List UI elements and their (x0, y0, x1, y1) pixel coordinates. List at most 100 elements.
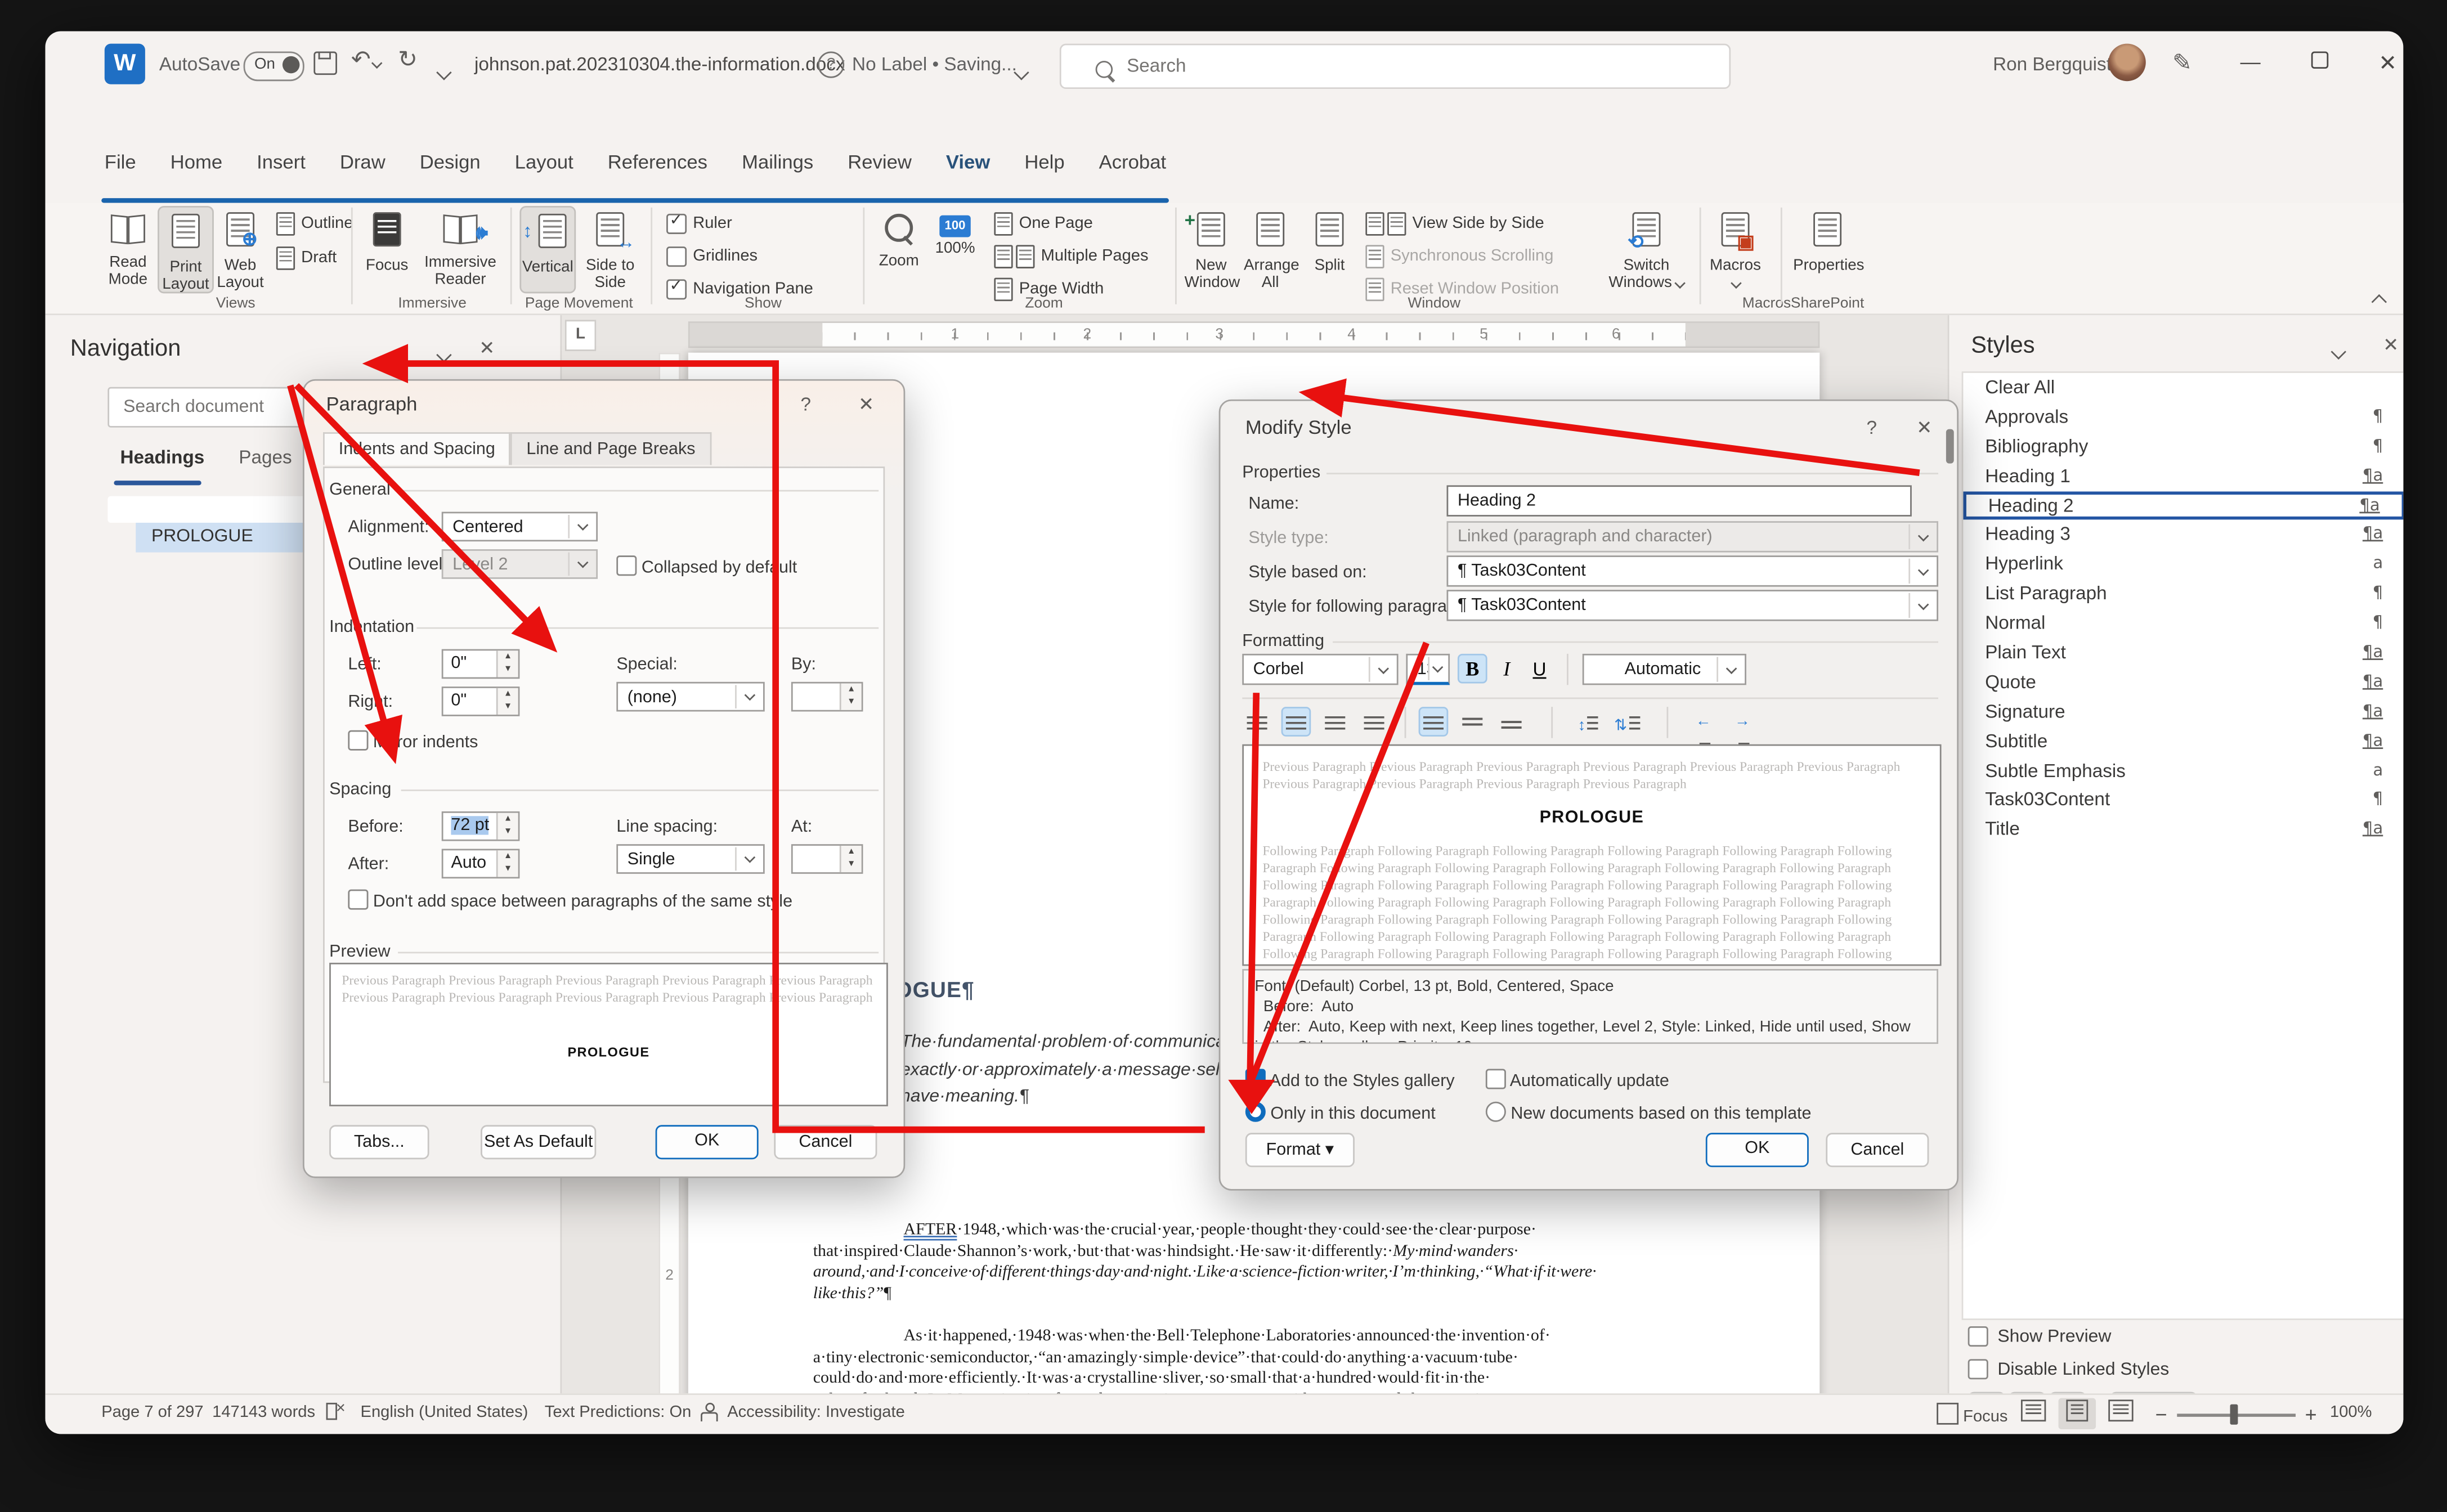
split-button[interactable]: Split (1303, 206, 1356, 290)
dialog-tab[interactable]: Line and Page Breaks (510, 432, 711, 465)
print-layout-view-button[interactable] (2058, 1398, 2096, 1430)
proofing-errors-icon[interactable] (326, 1401, 347, 1421)
restore-button[interactable] (2296, 41, 2342, 84)
ribbon-tab[interactable]: File (101, 145, 139, 180)
ok-button[interactable]: OK (655, 1125, 759, 1160)
read-mode-button[interactable]: Read Mode (101, 206, 154, 290)
language-indicator[interactable]: English (United States) (361, 1403, 528, 1421)
style-list-item[interactable]: Subtitle ¶a (1963, 726, 2403, 756)
align-left-button[interactable] (1242, 707, 1272, 737)
align-justify-button[interactable] (1359, 707, 1389, 737)
collapse-ribbon-chevron-icon[interactable] (2371, 287, 2387, 315)
help-icon[interactable]: ? (1866, 416, 1877, 438)
label-status[interactable]: No Label • Saving... (852, 53, 1017, 75)
switch-windows-button[interactable]: ⟲ Switch Windows (1606, 206, 1687, 292)
increase-space-before-button[interactable]: ↕ (1573, 707, 1603, 737)
by-spinner[interactable]: ▲ ▼ (791, 681, 863, 712)
ribbon-tab[interactable]: Draw (337, 145, 388, 180)
ribbon-tab[interactable]: Home (167, 145, 226, 180)
description-scrollbar[interactable] (1946, 429, 1954, 464)
close-button[interactable]: ✕ (2364, 41, 2403, 84)
align-center-button[interactable] (1281, 707, 1311, 737)
indent-right-spinner[interactable]: 0" ▲ ▼ (441, 687, 520, 716)
ruler-checkbox[interactable]: Ruler (666, 209, 732, 237)
style-following-dropdown[interactable]: ¶ Task03Content (1446, 590, 1939, 621)
style-based-on-dropdown[interactable]: ¶ Task03Content (1446, 555, 1939, 587)
styles-pane-close-icon[interactable]: ✕ (2383, 334, 2399, 356)
set-as-default-button[interactable]: Set As Default (481, 1125, 597, 1160)
at-spinner[interactable]: ▲ ▼ (791, 844, 863, 874)
special-dropdown[interactable]: (none) (616, 681, 765, 712)
ribbon-tab[interactable]: View (943, 145, 993, 180)
dialog-tab[interactable]: Indents and Spacing (323, 432, 511, 465)
minimize-button[interactable]: — (2227, 41, 2274, 84)
vertical-button[interactable]: ↕ Vertical (519, 206, 576, 294)
style-list-item[interactable]: Task03Content ¶ (1963, 786, 2403, 815)
ribbon-tab[interactable]: Help (1021, 145, 1068, 180)
style-list-item[interactable]: Normal ¶ (1963, 609, 2403, 638)
line-spacing-dropdown[interactable]: Single (616, 844, 765, 874)
collapsed-by-default-checkbox[interactable]: Collapsed by default (616, 555, 797, 577)
arrange-all-button[interactable]: Arrange All (1244, 206, 1299, 292)
accessibility-indicator[interactable]: Accessibility: Investigate (727, 1403, 905, 1421)
indent-left-spinner[interactable]: 0" ▲ ▼ (441, 649, 520, 679)
ribbon-tab[interactable]: Mailings (739, 145, 817, 180)
styles-pane-chevron-icon[interactable] (2331, 340, 2347, 362)
ribbon-tab[interactable]: Insert (254, 145, 309, 180)
ribbon-tab[interactable]: References (604, 145, 710, 180)
focus-mode-button[interactable]: Focus (1937, 1402, 2007, 1426)
style-list-item[interactable]: Title ¶a (1963, 815, 2403, 844)
style-list-item[interactable]: Hyperlink a (1963, 550, 2403, 579)
immersive-reader-button[interactable]: 🕪 Immersive Reader (420, 206, 501, 290)
view-side-by-side-button[interactable]: View Side by Side (1365, 209, 1544, 237)
user-name[interactable]: Ron Bergquist (1993, 53, 2112, 75)
side-to-side-button[interactable]: ↔ Side to Side (579, 206, 642, 292)
properties-button[interactable]: Properties (1793, 206, 1865, 290)
zoom-100-button[interactable]: 100 100% (929, 206, 982, 290)
double-spacing-button[interactable] (1496, 707, 1526, 737)
add-to-gallery-checkbox[interactable]: Add to the Styles gallery (1245, 1066, 1455, 1091)
navigation-tab[interactable]: Pages (239, 446, 292, 468)
navigation-tab[interactable]: Headings (120, 446, 205, 468)
tabs-button[interactable]: Tabs... (329, 1125, 429, 1160)
style-list-item[interactable]: Subtle Emphasis a (1963, 756, 2403, 786)
one-page-button[interactable]: One Page (994, 209, 1093, 237)
mirror-indents-checkbox[interactable]: Mirror indents (348, 730, 478, 752)
user-avatar[interactable] (2108, 43, 2146, 82)
alignment-dropdown[interactable]: Centered (441, 512, 598, 542)
cancel-button[interactable]: Cancel (774, 1125, 877, 1160)
ok-button[interactable]: OK (1705, 1133, 1809, 1168)
disable-linked-styles-checkbox[interactable]: Disable Linked Styles (1968, 1359, 2169, 1380)
print-layout-button[interactable]: Print Layout (158, 206, 214, 294)
text-predictions-indicator[interactable]: Text Predictions: On (545, 1403, 692, 1421)
format-button[interactable]: Format ▾ (1245, 1133, 1355, 1168)
style-list-item[interactable]: Heading 3 ¶a (1963, 521, 2403, 550)
word-logo-icon[interactable]: W (104, 43, 145, 84)
save-icon[interactable] (313, 51, 337, 75)
dialog-close-icon[interactable]: ✕ (858, 393, 874, 415)
document-paragraph-1[interactable]: AFTER·1948,·which·was·the·crucial·year,·… (813, 1220, 1678, 1304)
multiple-pages-button[interactable]: Multiple Pages (994, 242, 1149, 270)
sensitivity-label-icon[interactable]: ? (818, 51, 845, 78)
style-list-item[interactable]: Approvals ¶ (1963, 402, 2403, 432)
help-icon[interactable]: ? (801, 393, 812, 415)
ribbon-tab[interactable]: Design (416, 145, 483, 180)
zoom-button[interactable]: Zoom (872, 206, 925, 290)
automatically-update-checkbox[interactable]: Automatically update (1485, 1069, 1669, 1091)
font-dropdown[interactable]: Corbel (1242, 653, 1399, 685)
gridlines-checkbox[interactable]: Gridlines (666, 242, 758, 270)
navigation-pane-close-icon[interactable]: ✕ (479, 337, 495, 359)
style-list-item[interactable]: Quote ¶a (1963, 668, 2403, 697)
spacing-after-spinner[interactable]: Auto ▲ ▼ (441, 849, 520, 879)
style-name-input[interactable]: Heading 2 (1446, 485, 1912, 517)
one-half-spacing-button[interactable] (1458, 707, 1487, 737)
style-list-item[interactable]: Signature ¶a (1963, 697, 2403, 726)
decrease-space-before-button[interactable]: ⇅ (1612, 707, 1642, 737)
word-count[interactable]: 147143 words (212, 1403, 315, 1421)
font-color-dropdown[interactable]: Automatic (1582, 653, 1746, 685)
focus-button[interactable]: Focus (361, 206, 414, 290)
redo-icon[interactable]: ↻ (398, 45, 418, 73)
italic-button[interactable]: I (1492, 654, 1522, 684)
style-list-item[interactable]: Heading 2 ¶a (1963, 491, 2404, 521)
ribbon-tab[interactable]: Review (845, 145, 915, 180)
